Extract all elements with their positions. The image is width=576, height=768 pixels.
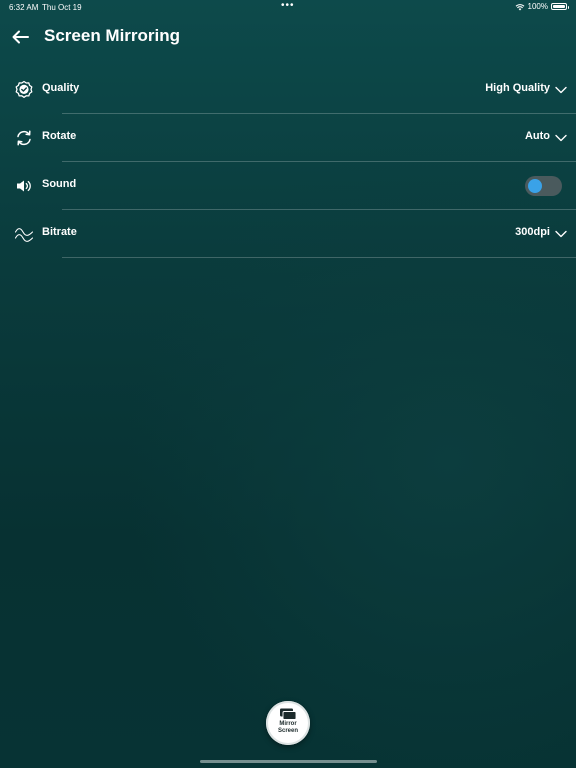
status-bar: 6:32 AM Thu Oct 19 ••• 100% <box>0 0 576 14</box>
wifi-icon <box>515 3 524 10</box>
bitrate-label: Bitrate <box>42 226 77 238</box>
page-title: Screen Mirroring <box>44 26 181 45</box>
screens-icon <box>280 708 297 720</box>
chevron-down-icon[interactable] <box>555 134 567 142</box>
badge-check-icon <box>15 80 33 98</box>
back-button[interactable] <box>8 24 34 50</box>
quality-label: Quality <box>42 82 80 94</box>
chevron-down-icon[interactable] <box>555 86 567 94</box>
arrow-left-icon <box>12 30 29 44</box>
rotate-label: Rotate <box>42 130 77 142</box>
status-right: 100% <box>515 2 569 11</box>
mirror-label-line2: Screen <box>277 728 298 734</box>
rotate-value[interactable]: Auto <box>525 130 550 142</box>
setting-row-sound: Sound <box>0 162 576 210</box>
setting-row-rotate[interactable]: Rotate Auto <box>0 114 576 162</box>
multitasking-dots[interactable]: ••• <box>281 0 295 11</box>
home-indicator[interactable] <box>200 760 377 763</box>
sound-label: Sound <box>42 178 77 190</box>
sound-toggle[interactable] <box>525 176 562 196</box>
setting-row-quality[interactable]: Quality High Quality <box>0 66 576 114</box>
header: Screen Mirroring <box>0 22 576 52</box>
status-date: Thu Oct 19 <box>42 3 82 12</box>
wave-icon <box>14 228 34 242</box>
mirror-label-line1: Mirror <box>279 721 297 727</box>
chevron-down-icon[interactable] <box>555 230 567 238</box>
setting-row-bitrate[interactable]: Bitrate 300dpi <box>0 210 576 258</box>
toggle-knob <box>528 179 542 193</box>
battery-percent: 100% <box>527 2 548 11</box>
speaker-icon <box>17 180 31 192</box>
mirror-screen-label: Mirror Screen <box>268 721 308 735</box>
bitrate-value[interactable]: 300dpi <box>515 226 550 238</box>
quality-value[interactable]: High Quality <box>485 82 550 94</box>
battery-icon <box>551 3 569 10</box>
mirror-screen-button[interactable]: Mirror Screen <box>266 701 310 745</box>
status-time: 6:32 AM <box>9 3 39 12</box>
rotate-icon <box>17 130 31 146</box>
divider <box>62 257 576 258</box>
